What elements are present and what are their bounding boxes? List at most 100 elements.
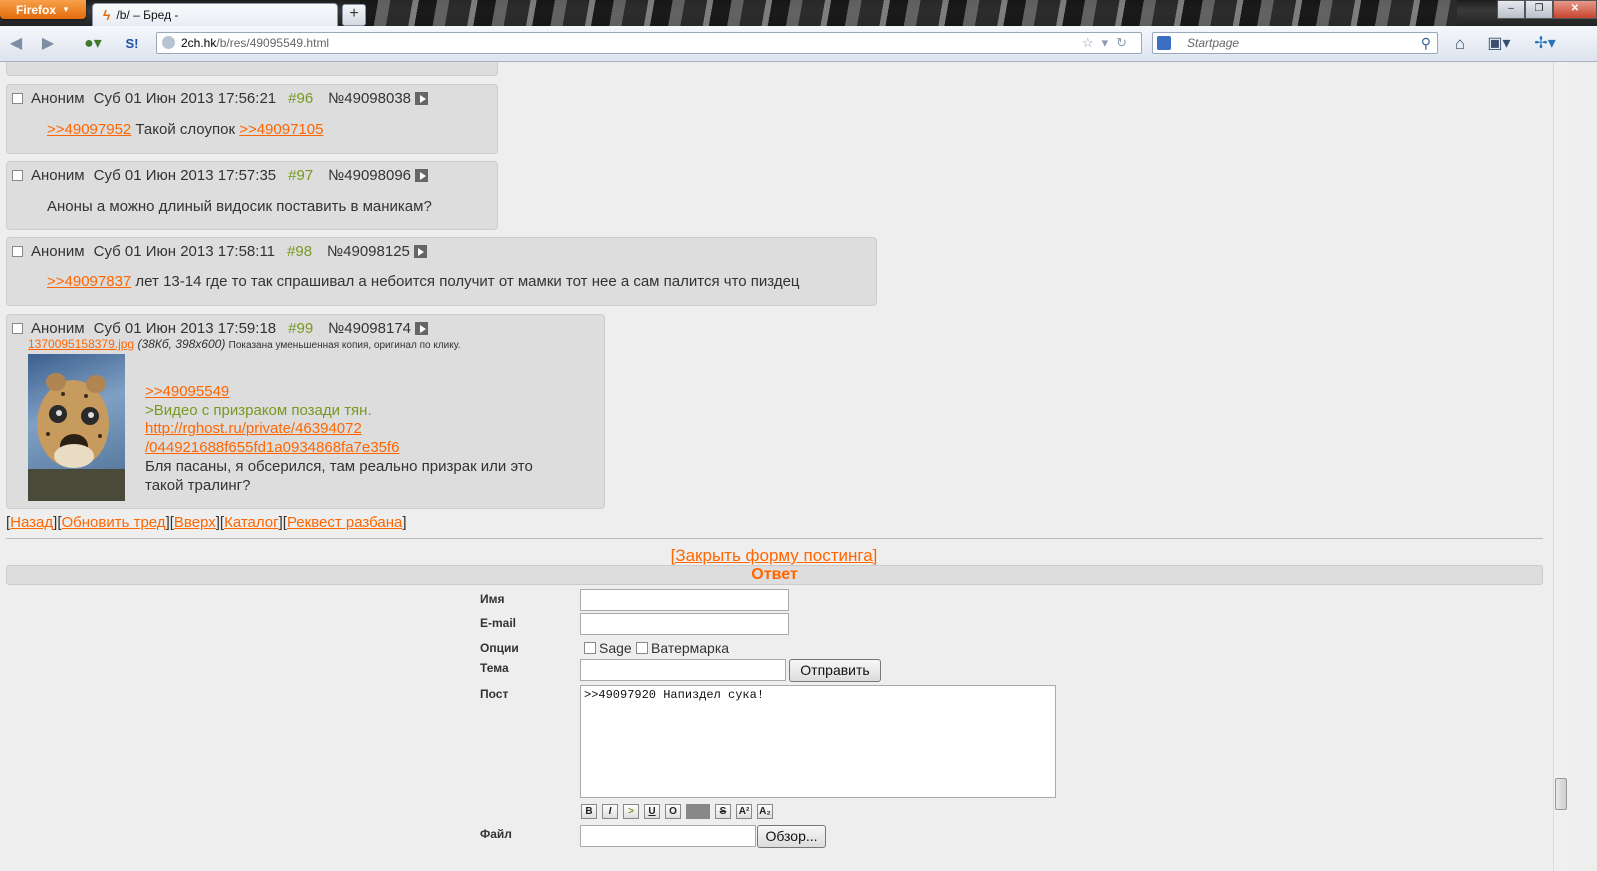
greentext-quote: >Видео с призраком позади тян. (145, 401, 372, 419)
post-label: Пост (480, 687, 509, 701)
sage-option[interactable]: Sage (584, 640, 632, 656)
watermark-label: Ватермарка (651, 640, 730, 656)
firefox-menu-label: Firefox (16, 2, 57, 17)
tab-active[interactable]: ϟ /b/ – Бред - (92, 3, 338, 26)
post-text-line2: такой тралинг? (145, 476, 251, 494)
post-id-link[interactable]: №49098125 (327, 243, 410, 260)
bookmark-star-icon[interactable]: ☆▾↻ (1082, 33, 1135, 53)
superscript-button[interactable]: A² (736, 804, 752, 819)
search-box[interactable]: Startpage ⚲ (1152, 32, 1438, 54)
post-text-line1: Бля пасаны, я обсерился, там реально при… (145, 457, 533, 475)
nav-refresh-link[interactable]: Обновить тред (62, 514, 166, 531)
post-id-link[interactable]: №49098038 (328, 90, 411, 107)
overline-button[interactable]: O (665, 804, 681, 819)
nav-top-link[interactable]: Вверх (174, 514, 216, 531)
post-reply-link[interactable]: >>49097837 (47, 273, 131, 290)
options-label: Опции (480, 641, 519, 655)
italic-button[interactable]: I (602, 804, 618, 819)
email-input[interactable] (580, 613, 789, 635)
search-engine-icon[interactable] (1157, 36, 1171, 50)
post-id-link[interactable]: №49098096 (328, 167, 411, 184)
cheetah-thumbnail (28, 373, 125, 501)
watermark-option[interactable]: Ватермарка (636, 640, 729, 656)
reply-arrow-icon[interactable] (413, 245, 427, 258)
file-note: Показана уменьшенная копия, оригинал по … (228, 340, 461, 351)
post-message: >>49097837 лет 13-14 где то так спрашива… (47, 273, 800, 290)
new-tab-button[interactable]: + (342, 4, 366, 26)
spoiler-button[interactable] (686, 804, 710, 819)
subject-input[interactable] (580, 659, 786, 681)
post-date: Суб 01 Июн 2013 17:57:35 (93, 167, 277, 184)
post-date: Суб 01 Июн 2013 17:56:21 (93, 90, 277, 107)
external-link-part2[interactable]: /044921688f655fd1a0934868fa7e35f6 (145, 439, 399, 456)
reply-arrow-icon[interactable] (415, 322, 429, 335)
home-icon[interactable]: ⌂ (1450, 34, 1470, 54)
strike-button[interactable]: S (715, 804, 731, 819)
addon-s-icon[interactable]: S! (122, 34, 142, 54)
submit-button[interactable]: Отправить (789, 659, 881, 682)
nav-catalog-link[interactable]: Каталог (224, 514, 279, 531)
post-reply-link[interactable]: >>49097952 (47, 121, 131, 138)
post-author: Аноним (31, 320, 85, 337)
site-favicon-icon: ϟ (103, 7, 111, 23)
addon-menu-icon[interactable]: ✢▾ (1530, 34, 1560, 54)
post-message: >>49097952 Такой слоупок >>49097105 (47, 121, 323, 138)
post-header: Аноним Суб 01 Июн 2013 17:57:35 #97 №490… (12, 167, 429, 184)
close-post-form-link[interactable]: [Закрыть форму постинга] (671, 546, 878, 565)
post-select-checkbox[interactable] (12, 93, 23, 104)
addon-icon[interactable]: ●▾ (76, 34, 110, 54)
browse-button[interactable]: Обзор... (757, 825, 826, 848)
maximize-button[interactable]: ❐ (1525, 0, 1553, 19)
reply-arrow-icon[interactable] (415, 92, 429, 105)
window-edge (1568, 62, 1597, 871)
sage-label: Sage (599, 640, 632, 656)
title-bar: Firefox ▼ ϟ /b/ – Бред - + ‒ ❐ ✕ (0, 0, 1597, 26)
page-content: Аноним Суб 01 Июн 2013 17:56:21 #96 №490… (0, 62, 1553, 871)
post-number: #97 (288, 167, 314, 184)
post-textarea[interactable]: >>49097920 Напиздел сука! (580, 685, 1056, 798)
quote-button[interactable]: > (623, 804, 639, 819)
name-input[interactable] (580, 589, 789, 611)
bookmarks-menu-icon[interactable]: ▣▾ (1484, 34, 1514, 54)
close-window-button[interactable]: ✕ (1553, 0, 1597, 19)
post-id-link[interactable]: №49098174 (328, 320, 411, 337)
post-reply-link[interactable]: >>49097105 (239, 121, 323, 138)
reply-arrow-icon[interactable] (415, 169, 429, 182)
site-identity-icon[interactable] (162, 36, 175, 49)
scrollbar-thumb[interactable] (1555, 778, 1567, 810)
sage-checkbox[interactable] (584, 642, 596, 654)
file-label: Файл (480, 827, 512, 841)
post-98: Аноним Суб 01 Июн 2013 17:58:11 #98 №490… (6, 237, 877, 306)
back-button[interactable]: ◀ (6, 34, 26, 54)
post-select-checkbox[interactable] (12, 323, 23, 334)
post-thumbnail-image[interactable] (28, 354, 125, 501)
minimize-button[interactable]: ‒ (1497, 0, 1525, 19)
file-link[interactable]: 1370095158379.jpg (28, 337, 134, 351)
post-author: Аноним (31, 90, 85, 107)
vertical-scrollbar[interactable] (1553, 62, 1568, 871)
post-select-checkbox[interactable] (12, 246, 23, 257)
address-bar[interactable]: 2ch.hk/b/res/49095549.html ☆▾↻ (156, 32, 1142, 54)
external-link-part1[interactable]: http://rghost.ru/private/46394072 (145, 420, 362, 437)
post-message: >>49095549 >Видео с призраком позади тян… (145, 383, 533, 495)
underline-button[interactable]: U (644, 804, 660, 819)
post-number: #99 (288, 320, 314, 337)
chevron-down-icon: ▼ (62, 5, 70, 14)
firefox-menu-button[interactable]: Firefox ▼ (0, 0, 86, 19)
post-select-checkbox[interactable] (12, 170, 23, 181)
email-label: E-mail (480, 616, 517, 630)
watermark-checkbox[interactable] (636, 642, 648, 654)
post-message: Аноны а можно длиный видосик поставить в… (47, 198, 432, 215)
post-reply-link[interactable]: >>49095549 (145, 383, 229, 400)
nav-unban-link[interactable]: Реквест разбана (287, 514, 402, 531)
nav-back-link[interactable]: Назад (10, 514, 53, 531)
search-icon[interactable]: ⚲ (1421, 33, 1431, 53)
post-text: Такой слоупок (131, 121, 240, 138)
post-previous-fragment (6, 62, 498, 76)
post-author: Аноним (31, 243, 85, 260)
forward-button[interactable]: ▶ (38, 34, 58, 54)
subscript-button[interactable]: A₂ (757, 804, 773, 819)
post-header: Аноним Суб 01 Июн 2013 17:56:21 #96 №490… (12, 90, 429, 107)
bold-button[interactable]: B (581, 804, 597, 819)
file-path-input[interactable] (580, 825, 756, 847)
